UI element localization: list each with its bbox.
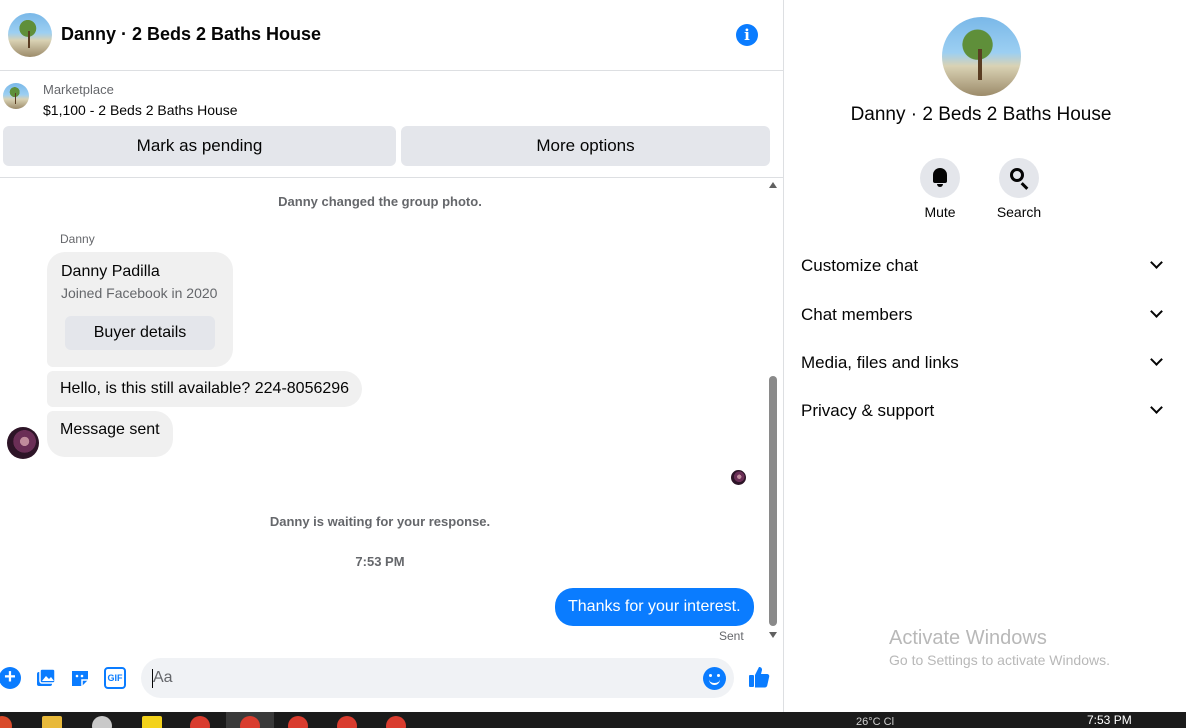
photo-icon[interactable] [34,667,56,689]
section-label: Privacy & support [801,401,935,420]
scrollbar-thumb[interactable] [769,376,777,626]
chevron-down-icon [1150,256,1163,269]
read-receipt-avatar [731,470,746,485]
file-explorer-icon[interactable] [42,716,62,728]
message-timestamp: 7:53 PM [355,554,405,569]
chrome-icon[interactable] [386,716,406,728]
system-message-waiting: Danny is waiting for your response. [269,514,491,529]
messenger-window: Danny · 2 Beds 2 Baths House i Marketpla… [0,0,1186,712]
mute-button[interactable]: Mute [900,158,980,220]
message-status: Sent [719,629,744,643]
plus-icon[interactable]: + [0,667,21,689]
chevron-down-icon [1150,305,1163,318]
message-input[interactable] [141,658,734,698]
incoming-message[interactable]: Hello, is this still available? 224-8056… [47,371,363,407]
sticky-notes-icon[interactable] [142,716,162,728]
weather-tray[interactable]: 26°C Cl [856,716,894,728]
chrome-icon[interactable] [288,716,308,728]
chat-header: Danny · 2 Beds 2 Baths House i [0,0,783,71]
sticker-icon[interactable] [69,667,91,689]
like-thumb-icon[interactable] [747,665,771,689]
marketplace-label: Marketplace [43,82,114,97]
section-chat-members[interactable]: Chat members [801,301,1163,331]
bell-icon [933,168,947,187]
listing-thumbnail[interactable] [3,83,29,109]
watermark-title: Activate Windows [889,627,1047,649]
emoji-icon[interactable] [703,667,726,690]
message-thread: Danny changed the group photo. Danny Dan… [0,179,783,647]
section-media-files-links[interactable]: Media, files and links [801,349,1163,379]
scroll-up-arrow[interactable] [769,182,777,188]
chat-title[interactable]: Danny · 2 Beds 2 Baths House [61,24,321,45]
activate-windows-watermark: Activate Windows Go to Settings to activ… [889,627,1110,668]
mute-label: Mute [924,204,956,220]
section-label: Customize chat [801,256,919,275]
buyer-name: Danny Padilla [61,263,160,280]
info-icon[interactable]: i [736,24,758,46]
sender-avatar[interactable] [7,427,39,459]
section-label: Chat members [801,305,913,324]
windows-taskbar: 26°C Cl 7:53 PM [0,712,1186,728]
details-group-avatar[interactable] [942,17,1021,96]
section-label: Media, files and links [801,353,959,372]
message-composer: + GIF [0,652,783,708]
chevron-down-icon [1150,353,1163,366]
buyer-card: Danny Padilla Joined Facebook in 2020 Bu… [47,252,233,367]
start-app-icon[interactable] [0,716,12,728]
listing-price-title[interactable]: $1,100 - 2 Beds 2 Baths House [43,102,238,118]
system-message-photo: Danny changed the group photo. [278,194,482,209]
search-icon [1010,168,1024,182]
app-icon[interactable] [92,716,112,728]
section-customize-chat[interactable]: Customize chat [801,252,1163,282]
sender-name: Danny [60,232,95,246]
mark-as-pending-button[interactable]: Mark as pending [3,126,396,166]
text-caret [152,669,153,688]
details-title: Danny · 2 Beds 2 Baths House [850,104,1112,125]
scroll-down-arrow[interactable] [769,632,777,638]
chat-panel: Danny · 2 Beds 2 Baths House i Marketpla… [0,0,784,712]
more-options-button[interactable]: More options [401,126,770,166]
buyer-details-button[interactable]: Buyer details [65,316,215,350]
incoming-message[interactable]: Message sent [47,411,173,457]
chrome-icon[interactable] [190,716,210,728]
chevron-down-icon [1150,401,1163,414]
outgoing-message[interactable]: Thanks for your interest. [555,588,754,626]
gif-icon[interactable]: GIF [104,667,126,689]
buyer-joined: Joined Facebook in 2020 [61,285,218,301]
search-label: Search [996,204,1042,220]
taskbar-clock[interactable]: 7:53 PM [1087,713,1132,727]
marketplace-listing-bar: Marketplace $1,100 - 2 Beds 2 Baths Hous… [0,72,783,178]
group-avatar[interactable] [8,13,52,57]
watermark-subtitle: Go to Settings to activate Windows. [889,652,1110,668]
section-privacy-support[interactable]: Privacy & support [801,397,1163,427]
search-button[interactable]: Search [979,158,1059,220]
chat-details-panel: Danny · 2 Beds 2 Baths House Mute Search… [784,0,1186,712]
chrome-icon[interactable] [337,716,357,728]
